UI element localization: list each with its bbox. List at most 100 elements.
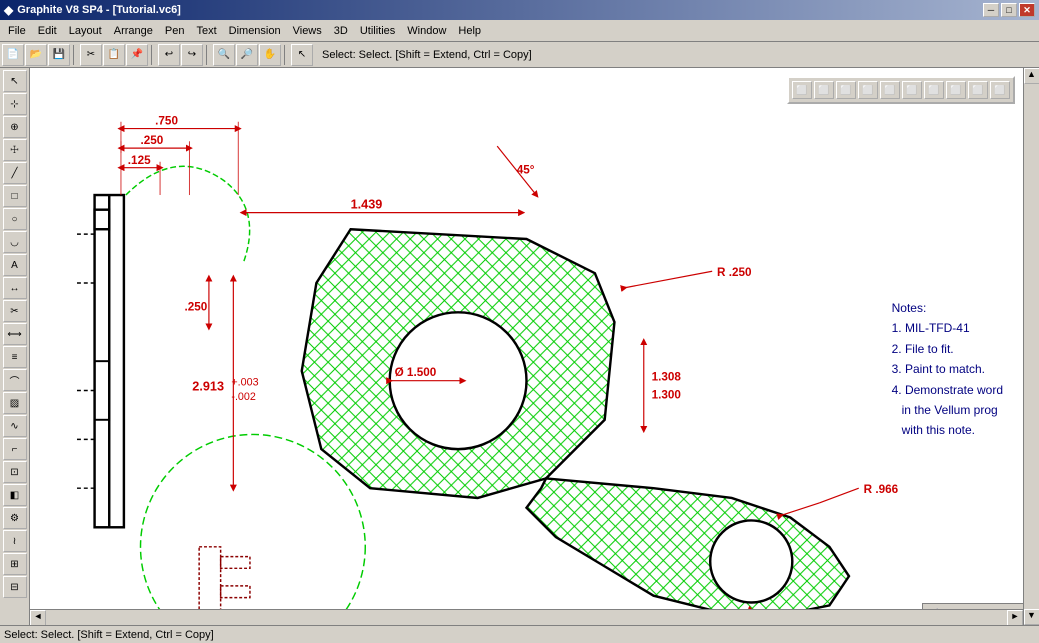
menu-layout[interactable]: Layout (63, 23, 108, 39)
tb-sep3 (206, 45, 210, 65)
scroll-up-button[interactable]: ▲ (1024, 68, 1039, 84)
lt-snap[interactable]: ⊡ (3, 461, 27, 483)
lt-text[interactable]: A (3, 254, 27, 276)
tb-redo[interactable]: ↪ (181, 44, 203, 66)
lt-node[interactable]: ⊹ (3, 93, 27, 115)
lt-prop[interactable]: ⚙ (3, 507, 27, 529)
app-title: Graphite V8 SP4 - [Tutorial.vc6] (17, 4, 181, 16)
menu-file[interactable]: File (2, 23, 32, 39)
lt-spline[interactable]: ∿ (3, 415, 27, 437)
menu-views[interactable]: Views (287, 23, 328, 39)
menu-3d[interactable]: 3D (328, 23, 354, 39)
lt-dim[interactable]: ↔ (3, 277, 27, 299)
notes-item-4: 4. Demonstrate word (892, 380, 1003, 400)
lt-line[interactable]: ╱ (3, 162, 27, 184)
svg-text:+.003: +.003 (231, 377, 258, 389)
menu-pen[interactable]: Pen (159, 23, 191, 39)
menu-text[interactable]: Text (190, 23, 222, 39)
tb-select[interactable]: ↖ (291, 44, 313, 66)
tb-zoom-in[interactable]: 🔍 (213, 44, 235, 66)
toolbar: 📄 📂 💾 ✂ 📋 📌 ↩ ↪ 🔍 🔎 ✋ ↖ Select: Select. … (0, 42, 1039, 68)
tb-new[interactable]: 📄 (2, 44, 24, 66)
lt-misc3[interactable]: ⊟ (3, 576, 27, 598)
maximize-button[interactable]: □ (1001, 3, 1017, 17)
menu-arrange[interactable]: Arrange (108, 23, 159, 39)
canvas-area[interactable]: .750 .250 .125 1.439 45° .250 R .250 2.9… (30, 68, 1023, 625)
scroll-down-button[interactable]: ▼ (1024, 609, 1039, 625)
titlebar: ◆ Graphite V8 SP4 - [Tutorial.vc6] ─ □ ✕ (0, 0, 1039, 20)
scroll-right-button[interactable]: ► (1007, 610, 1023, 626)
tb-zoom-out[interactable]: 🔎 (236, 44, 258, 66)
main-area: ↖ ⊹ ⊕ ☩ ╱ □ ○ ◡ A ↔ ✂ ⟷ ≡ ⌒ ▨ ∿ ⌐ ⊡ ◧ ⚙ … (0, 68, 1039, 625)
tb-sep2 (151, 45, 155, 65)
rt-btn-1[interactable]: ⬜ (792, 81, 812, 99)
lt-arc[interactable]: ◡ (3, 231, 27, 253)
notes-item-4c: with this note. (892, 420, 1003, 440)
rt-btn-4[interactable]: ⬜ (858, 81, 878, 99)
notes-title: Notes: (892, 298, 1003, 318)
titlebar-controls: ─ □ ✕ (983, 3, 1035, 17)
lt-select[interactable]: ↖ (3, 70, 27, 92)
tb-pan[interactable]: ✋ (259, 44, 281, 66)
lt-offset[interactable]: ≡ (3, 346, 27, 368)
notes-box: Notes: 1. MIL-TFD-41 2. File to fit. 3. … (892, 298, 1003, 441)
rt-btn-2[interactable]: ⬜ (814, 81, 834, 99)
notes-item-2: 2. File to fit. (892, 339, 1003, 359)
svg-text:.125: .125 (128, 154, 151, 167)
tb-paste[interactable]: 📌 (126, 44, 148, 66)
tb-undo[interactable]: ↩ (158, 44, 180, 66)
tb-copy[interactable]: 📋 (103, 44, 125, 66)
tb-open[interactable]: 📂 (25, 44, 47, 66)
lt-misc1[interactable]: ≀ (3, 530, 27, 552)
lt-rect[interactable]: □ (3, 185, 27, 207)
svg-text:1.439: 1.439 (351, 198, 383, 212)
lt-extend[interactable]: ⟷ (3, 323, 27, 345)
rt-btn-7[interactable]: ⬜ (924, 81, 944, 99)
lt-misc2[interactable]: ⊞ (3, 553, 27, 575)
svg-text:Ø 1.500: Ø 1.500 (395, 366, 437, 379)
lt-polyline[interactable]: ⌐ (3, 438, 27, 460)
rt-btn-9[interactable]: ⬜ (968, 81, 988, 99)
svg-text:1.300: 1.300 (652, 388, 682, 401)
left-toolbar: ↖ ⊹ ⊕ ☩ ╱ □ ○ ◡ A ↔ ✂ ⟷ ≡ ⌒ ▨ ∿ ⌐ ⊡ ◧ ⚙ … (0, 68, 30, 625)
rt-btn-8[interactable]: ⬜ (946, 81, 966, 99)
menu-dimension[interactable]: Dimension (223, 23, 287, 39)
lt-hatch[interactable]: ▨ (3, 392, 27, 414)
rt-btn-3[interactable]: ⬜ (836, 81, 856, 99)
scroll-thumb-h[interactable] (46, 610, 1007, 625)
close-button[interactable]: ✕ (1019, 3, 1035, 17)
menu-edit[interactable]: Edit (32, 23, 63, 39)
tb-sep1 (73, 45, 77, 65)
statusbar: Select: Select. [Shift = Extend, Ctrl = … (0, 625, 1039, 643)
lt-trim[interactable]: ✂ (3, 300, 27, 322)
statusbar-text: Select: Select. [Shift = Extend, Ctrl = … (4, 629, 214, 641)
menubar: File Edit Layout Arrange Pen Text Dimens… (0, 20, 1039, 42)
status-text: Select: Select. [Shift = Extend, Ctrl = … (322, 49, 532, 61)
notes-item-4b: in the Vellum prog (892, 400, 1003, 420)
svg-text:.250: .250 (184, 300, 207, 313)
tb-cut[interactable]: ✂ (80, 44, 102, 66)
svg-text:2.913: 2.913 (192, 379, 224, 393)
svg-text:R .966: R .966 (864, 483, 899, 496)
notes-item-3: 3. Paint to match. (892, 359, 1003, 379)
lt-fillet[interactable]: ⌒ (3, 369, 27, 391)
app-icon: ◆ (4, 3, 13, 17)
lt-zoom[interactable]: ⊕ (3, 116, 27, 138)
lt-circle[interactable]: ○ (3, 208, 27, 230)
menu-help[interactable]: Help (452, 23, 487, 39)
rt-btn-5[interactable]: ⬜ (880, 81, 900, 99)
rt-btn-6[interactable]: ⬜ (902, 81, 922, 99)
svg-text:R .250: R .250 (717, 266, 752, 279)
svg-text:1.308: 1.308 (652, 371, 682, 384)
menu-utilities[interactable]: Utilities (354, 23, 401, 39)
scrollbar-horizontal[interactable]: ◄ ► (30, 609, 1023, 625)
lt-pan[interactable]: ☩ (3, 139, 27, 161)
rt-btn-10[interactable]: ⬜ (990, 81, 1010, 99)
tb-save[interactable]: 💾 (48, 44, 70, 66)
menu-window[interactable]: Window (401, 23, 452, 39)
svg-text:-.002: -.002 (231, 391, 255, 403)
lt-layer[interactable]: ◧ (3, 484, 27, 506)
minimize-button[interactable]: ─ (983, 3, 999, 17)
scrollbar-vertical[interactable]: ▲ ▼ (1023, 68, 1039, 625)
scroll-left-button[interactable]: ◄ (30, 610, 46, 626)
